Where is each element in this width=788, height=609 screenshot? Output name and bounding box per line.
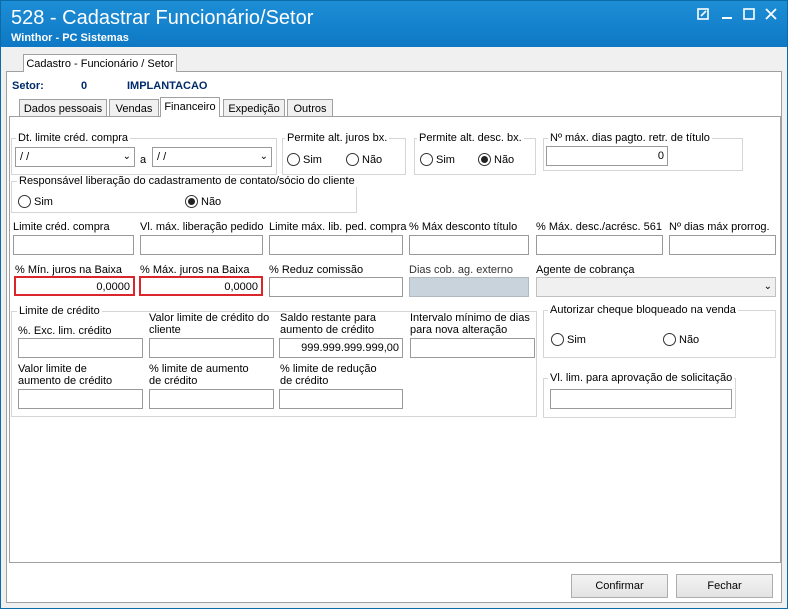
tab-label: Financeiro <box>164 101 216 113</box>
max-desconto-label: % Máx desconto título <box>409 221 518 233</box>
setor-name: IMPLANTACAO <box>127 80 208 92</box>
pct-reducao-label: % limite de redução de crédito <box>280 363 377 387</box>
cheque-nao-label: Não <box>679 334 700 346</box>
pct-aumento-input[interactable] <box>149 389 274 409</box>
max-juros-input[interactable]: 0,0000 <box>139 276 263 296</box>
responsible-label: Responsável liberação do cadastramento d… <box>17 175 357 187</box>
limite-cred-input[interactable] <box>13 235 134 255</box>
exc-lim-label: %. Exc. lim. crédito <box>18 325 112 337</box>
cheque-sim-radio[interactable] <box>551 333 564 346</box>
valor-limite-label: Valor limite de crédito do cliente <box>149 312 270 336</box>
limite-cred-label: Limite créd. compra <box>13 221 110 233</box>
credit-date-from-value: / / <box>20 151 30 163</box>
responsible-sim-radio[interactable] <box>18 195 31 208</box>
credit-date-label: Dt. limite créd. compra <box>16 132 131 144</box>
minimize-icon[interactable] <box>717 7 737 25</box>
close-button[interactable]: Fechar <box>676 574 773 598</box>
window-subtitle: Winthor - PC Sistemas <box>11 32 129 44</box>
credit-date-separator: a <box>140 154 147 166</box>
allow-discount-sim-radio[interactable] <box>420 153 433 166</box>
intervalo-input[interactable] <box>410 338 535 358</box>
reduz-comissao-input[interactable] <box>269 277 403 297</box>
window-title: 528 - Cadastrar Funcionário/Setor <box>11 7 314 29</box>
valor-limite-input[interactable] <box>149 338 274 358</box>
saldo-label: Saldo restante para aumento de crédito <box>280 312 377 336</box>
setor-label: Setor: <box>12 80 44 92</box>
tab-label: Outros <box>293 103 327 115</box>
dias-cob-input <box>409 277 529 297</box>
exc-lim-input[interactable] <box>18 338 143 358</box>
credit-limit-label: Limite de crédito <box>17 305 102 317</box>
tab-label: Dados pessoais <box>23 103 103 115</box>
allow-interest-label: Permite alt. juros bx. <box>285 132 390 144</box>
confirm-button[interactable]: Confirmar <box>571 574 668 598</box>
max-desc-acresc-label: % Máx. desc./acrésc. 561 <box>536 221 662 233</box>
cheque-label: Autorizar cheque bloqueado na venda <box>548 304 738 316</box>
responsible-nao-radio[interactable] <box>185 195 198 208</box>
dias-prorrog-input[interactable] <box>669 235 776 255</box>
min-juros-label: % Mín. juros na Baixa <box>15 264 122 276</box>
vl-lim-aprov-input[interactable] <box>550 389 732 409</box>
responsible-sim-label: Sim <box>34 196 53 208</box>
tab-cadastro[interactable]: Cadastro - Funcionário / Setor <box>23 54 177 72</box>
chevron-down-icon[interactable]: ⌄ <box>123 148 131 166</box>
allow-discount-sim-label: Sim <box>436 154 455 166</box>
allow-discount-nao-radio[interactable] <box>478 153 491 166</box>
allow-interest-nao-label: Não <box>362 154 383 166</box>
dias-prorrog-label: Nº dias máx prorrog. <box>669 221 770 233</box>
saldo-input[interactable]: 999.999.999.999,00 <box>279 338 403 358</box>
vl-lim-aprov-label: Vl. lim. para aprovação de solicitação <box>548 372 735 384</box>
max-desconto-input[interactable] <box>409 235 529 255</box>
tab-financeiro[interactable]: Financeiro <box>160 97 220 117</box>
tab-outros[interactable]: Outros <box>287 99 333 117</box>
setor-code: 0 <box>81 80 88 92</box>
cheque-sim-label: Sim <box>567 334 586 346</box>
credit-date-from[interactable]: / / ⌄ <box>15 147 135 167</box>
close-button-label: Fechar <box>707 580 742 592</box>
tab-label: Expedição <box>228 103 280 115</box>
allow-discount-nao-label: Não <box>494 154 515 166</box>
allow-interest-nao-radio[interactable] <box>346 153 359 166</box>
tab-vendas[interactable]: Vendas <box>109 99 159 117</box>
restore-icon[interactable] <box>693 7 713 25</box>
maximize-icon[interactable] <box>739 7 759 25</box>
credit-date-to-value: / / <box>157 151 167 163</box>
vl-max-label: Vl. máx. liberação pedido <box>140 221 264 233</box>
pct-aumento-label: % limite de aumento de crédito <box>149 363 249 387</box>
min-juros-input[interactable]: 0,0000 <box>14 276 135 296</box>
cheque-nao-radio[interactable] <box>663 333 676 346</box>
close-icon[interactable] <box>761 7 781 25</box>
max-desc-acresc-input[interactable] <box>536 235 663 255</box>
app-window: 528 - Cadastrar Funcionário/Setor Wintho… <box>0 0 788 609</box>
intervalo-label: Intervalo mínimo de dias para nova alter… <box>410 312 530 336</box>
max-days-input[interactable]: 0 <box>546 146 668 166</box>
vl-max-input[interactable] <box>140 235 263 255</box>
pct-reducao-input[interactable] <box>279 389 403 409</box>
valor-aumento-input[interactable] <box>18 389 143 409</box>
limite-lib-label: Limite máx. lib. ped. compra <box>269 221 407 233</box>
allow-interest-sim-radio[interactable] <box>287 153 300 166</box>
tab-label: Vendas <box>115 103 153 115</box>
tab-expedicao[interactable]: Expedição <box>223 99 285 117</box>
confirm-button-label: Confirmar <box>595 580 644 592</box>
tab-cadastro-label: Cadastro - Funcionário / Setor <box>26 58 174 70</box>
reduz-comissao-label: % Reduz comissão <box>269 264 364 276</box>
valor-aumento-label: Valor limite de aumento de crédito <box>18 363 113 387</box>
responsible-nao-label: Não <box>201 196 222 208</box>
limite-lib-input[interactable] <box>269 235 403 255</box>
chevron-down-icon[interactable]: ⌄ <box>764 278 772 296</box>
agente-select[interactable]: ⌄ <box>536 277 776 297</box>
title-bar: 528 - Cadastrar Funcionário/Setor Wintho… <box>1 1 787 47</box>
max-juros-label: % Máx. juros na Baixa <box>140 264 250 276</box>
tab-dados-pessoais[interactable]: Dados pessoais <box>19 99 107 117</box>
chevron-down-icon[interactable]: ⌄ <box>260 148 268 166</box>
dias-cob-label: Dias cob. ag. externo <box>409 264 513 276</box>
allow-interest-sim-label: Sim <box>303 154 322 166</box>
agente-label: Agente de cobrança <box>536 264 635 276</box>
allow-discount-label: Permite alt. desc. bx. <box>417 132 524 144</box>
credit-date-to[interactable]: / / ⌄ <box>152 147 272 167</box>
max-days-label: Nº máx. dias pagto. retr. de título <box>548 132 712 144</box>
